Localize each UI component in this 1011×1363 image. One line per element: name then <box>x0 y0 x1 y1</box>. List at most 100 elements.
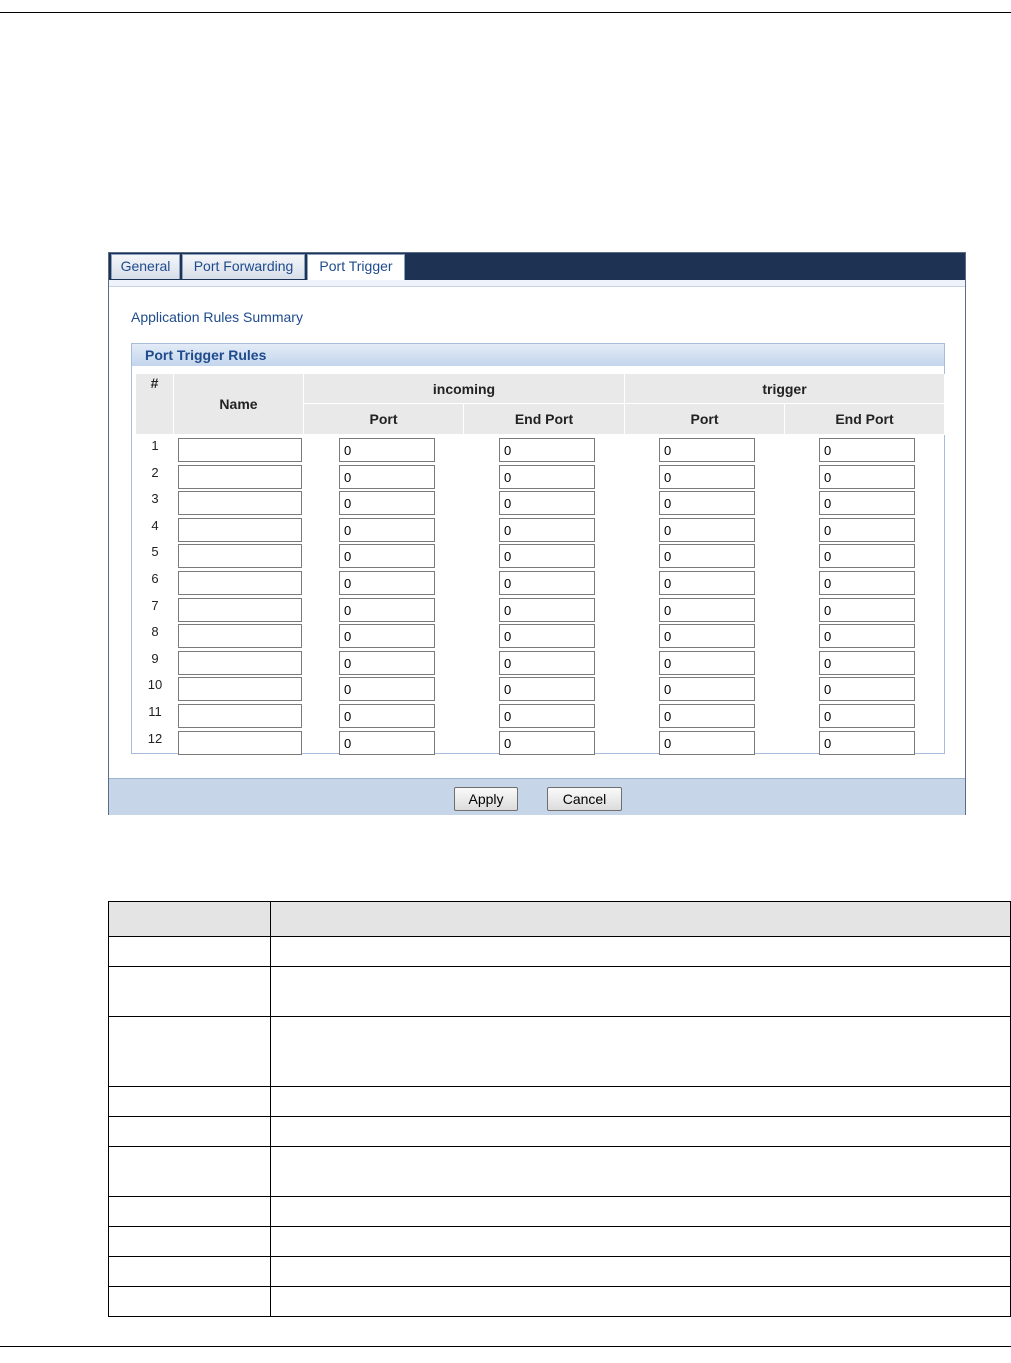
trigger-end-port-input[interactable] <box>819 598 915 622</box>
incoming-end-port-input[interactable] <box>499 598 595 622</box>
trigger-end-port-input[interactable] <box>819 571 915 595</box>
incoming-end-port-input[interactable] <box>499 518 595 542</box>
incoming-port-input[interactable] <box>339 491 435 515</box>
row-number: 8 <box>151 624 159 639</box>
row-number: 6 <box>151 571 159 586</box>
incoming-port-input[interactable] <box>339 465 435 489</box>
name-input[interactable] <box>178 544 302 568</box>
row-number: 7 <box>151 598 159 613</box>
tab-port-trigger[interactable]: Port Trigger <box>307 254 405 281</box>
trigger-port-input[interactable] <box>659 438 755 462</box>
name-input[interactable] <box>178 598 302 622</box>
incoming-end-port-input[interactable] <box>499 544 595 568</box>
description-table-header <box>108 901 1011 937</box>
summary-title: Application Rules Summary <box>131 309 303 325</box>
row-number: 12 <box>147 731 163 746</box>
trigger-port-input[interactable] <box>659 651 755 675</box>
trigger-port-input[interactable] <box>659 677 755 701</box>
row-number: 11 <box>148 704 162 719</box>
row-number: 5 <box>151 544 159 559</box>
row-number: 2 <box>151 465 159 480</box>
trigger-end-port-input[interactable] <box>819 677 915 701</box>
incoming-end-port-input[interactable] <box>499 571 595 595</box>
trigger-port-input[interactable] <box>659 598 755 622</box>
name-input[interactable] <box>178 731 302 755</box>
top-rule <box>0 12 1011 13</box>
trigger-end-port-input[interactable] <box>819 465 915 489</box>
trigger-port-input[interactable] <box>659 465 755 489</box>
incoming-end-port-input[interactable] <box>499 491 595 515</box>
trigger-end-port-input[interactable] <box>819 651 915 675</box>
col-header-trigger-end-port: End Port <box>785 404 945 435</box>
incoming-end-port-input[interactable] <box>499 465 595 489</box>
trigger-port-input[interactable] <box>659 491 755 515</box>
incoming-port-input[interactable] <box>339 518 435 542</box>
row-number: 4 <box>151 518 159 533</box>
table-row <box>108 1016 1011 1087</box>
trigger-port-input[interactable] <box>659 544 755 568</box>
apply-button[interactable]: Apply <box>454 787 518 811</box>
incoming-end-port-input[interactable] <box>499 704 595 728</box>
cancel-button[interactable]: Cancel <box>547 787 622 811</box>
name-input[interactable] <box>178 624 302 648</box>
rules-panel-title: Port Trigger Rules <box>132 344 944 366</box>
incoming-port-input[interactable] <box>339 677 435 701</box>
col-header-incoming: incoming <box>304 374 625 404</box>
content-header-stripe <box>109 280 965 287</box>
port-trigger-screen: General Port Forwarding Port Trigger App… <box>108 252 966 815</box>
table-row <box>108 936 1011 967</box>
trigger-port-input[interactable] <box>659 518 755 542</box>
row-number: 3 <box>151 491 159 506</box>
trigger-end-port-input[interactable] <box>819 704 915 728</box>
trigger-end-port-input[interactable] <box>819 624 915 648</box>
col-header-trigger: trigger <box>625 374 945 404</box>
incoming-port-input[interactable] <box>339 438 435 462</box>
name-input[interactable] <box>178 677 302 701</box>
tab-bar: General Port Forwarding Port Trigger <box>109 253 965 281</box>
name-input[interactable] <box>178 518 302 542</box>
row-number: 9 <box>151 651 159 666</box>
trigger-port-input[interactable] <box>659 704 755 728</box>
name-input[interactable] <box>178 651 302 675</box>
trigger-port-input[interactable] <box>659 571 755 595</box>
name-input[interactable] <box>178 438 302 462</box>
name-input[interactable] <box>178 491 302 515</box>
incoming-end-port-input[interactable] <box>499 438 595 462</box>
trigger-port-input[interactable] <box>659 731 755 755</box>
incoming-port-input[interactable] <box>339 731 435 755</box>
trigger-end-port-input[interactable] <box>819 438 915 462</box>
name-input[interactable] <box>178 465 302 489</box>
row-number: 1 <box>151 438 159 453</box>
table-row <box>108 966 1011 1017</box>
trigger-end-port-input[interactable] <box>819 491 915 515</box>
header-cell-description <box>270 901 1011 937</box>
trigger-end-port-input[interactable] <box>819 518 915 542</box>
tab-port-forwarding[interactable]: Port Forwarding <box>182 254 305 279</box>
incoming-port-input[interactable] <box>339 544 435 568</box>
incoming-end-port-input[interactable] <box>499 731 595 755</box>
trigger-port-input[interactable] <box>659 624 755 648</box>
incoming-port-input[interactable] <box>339 571 435 595</box>
incoming-port-input[interactable] <box>339 704 435 728</box>
description-table <box>108 901 1011 1317</box>
col-header-number: # <box>136 374 174 435</box>
table-row <box>108 1086 1011 1117</box>
header-cell-label <box>108 901 271 937</box>
incoming-end-port-input[interactable] <box>499 651 595 675</box>
table-row <box>108 1226 1011 1257</box>
table-row <box>108 1196 1011 1227</box>
tab-general[interactable]: General <box>111 254 180 279</box>
name-input[interactable] <box>178 704 302 728</box>
table-row <box>108 1116 1011 1147</box>
col-header-incoming-end-port: End Port <box>464 404 625 435</box>
incoming-port-input[interactable] <box>339 624 435 648</box>
col-header-name: Name <box>174 374 304 435</box>
trigger-end-port-input[interactable] <box>819 544 915 568</box>
incoming-end-port-input[interactable] <box>499 624 595 648</box>
incoming-end-port-input[interactable] <box>499 677 595 701</box>
trigger-end-port-input[interactable] <box>819 731 915 755</box>
incoming-port-input[interactable] <box>339 651 435 675</box>
table-row <box>108 1256 1011 1287</box>
name-input[interactable] <box>178 571 302 595</box>
incoming-port-input[interactable] <box>339 598 435 622</box>
